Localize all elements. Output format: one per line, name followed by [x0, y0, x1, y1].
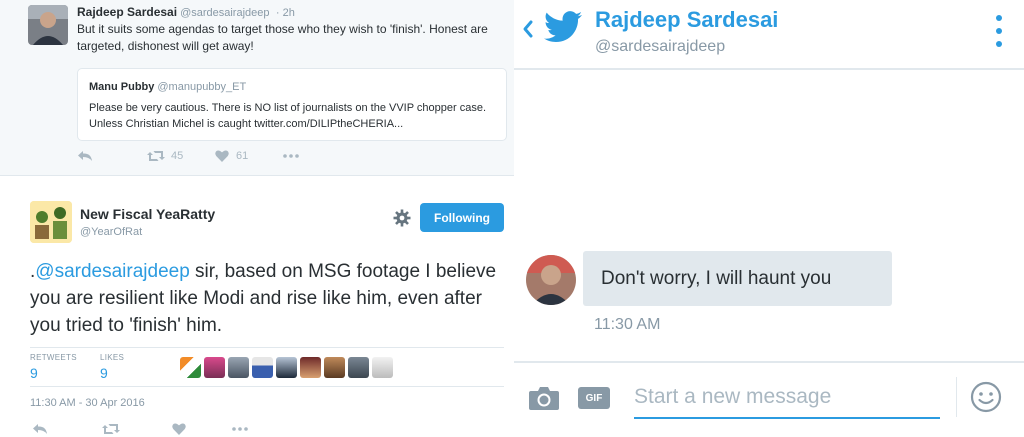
author-name[interactable]: Rajdeep Sardesai @sardesairajdeep · 2h	[77, 5, 295, 19]
author-name-text[interactable]: Rajdeep Sardesai	[77, 5, 177, 19]
liker-avatar[interactable]	[228, 357, 249, 378]
liker-avatar[interactable]	[276, 357, 297, 378]
retweet-icon	[147, 151, 165, 161]
retweet-icon	[102, 424, 120, 434]
likes-count[interactable]: 9	[100, 365, 108, 381]
more-dots-icon	[283, 154, 299, 158]
liker-avatar[interactable]	[300, 357, 321, 378]
mention-link[interactable]: @sardesairajdeep	[35, 261, 190, 282]
compose-bar: GIF	[514, 361, 1024, 437]
more-button[interactable]	[232, 427, 248, 431]
tweet-stats: RETWEETS 9 LIKES 9	[30, 347, 504, 387]
tweet-timestamp[interactable]: 11:30 AM - 30 Apr 2016	[30, 397, 145, 409]
quoted-tweet[interactable]: Manu Pubby @manupubby_ET Please be very c…	[77, 68, 507, 141]
reply-button[interactable]	[77, 150, 147, 162]
dm-panel: Rajdeep Sardesai @sardesairajdeep Don't …	[514, 0, 1024, 437]
dm-contact-name[interactable]: Rajdeep Sardesai	[595, 7, 778, 33]
avatar[interactable]	[30, 201, 72, 243]
gif-button[interactable]: GIF	[578, 387, 610, 409]
dm-header: Rajdeep Sardesai @sardesairajdeep	[514, 0, 1024, 70]
reply-icon	[33, 424, 47, 434]
tweet-actions	[32, 423, 248, 435]
tweet-text: .@sardesairajdeep sir, based on MSG foot…	[30, 258, 510, 339]
like-count: 61	[236, 150, 249, 162]
avatar[interactable]	[28, 5, 68, 45]
gear-icon[interactable]	[393, 209, 411, 227]
retweet-button[interactable]: 45	[147, 150, 215, 162]
liker-avatar[interactable]	[204, 357, 225, 378]
dm-contact-handle[interactable]: @sardesairajdeep	[595, 38, 725, 56]
message-bubble: Don't worry, I will haunt you	[583, 251, 892, 306]
emoji-icon[interactable]	[970, 381, 1002, 413]
quoted-author-handle: @manupubby_ET	[157, 81, 247, 93]
avatar[interactable]	[526, 255, 576, 305]
liker-avatar[interactable]	[324, 357, 345, 378]
liker-avatar[interactable]	[372, 357, 393, 378]
message-input[interactable]	[634, 381, 940, 419]
tweet-actions: 45 61	[77, 150, 299, 162]
author-name[interactable]: New Fiscal YeaRatty	[80, 206, 215, 222]
quoted-text: Please be very cautious. There is NO lis…	[89, 102, 487, 130]
like-button[interactable]: 61	[215, 150, 283, 162]
more-button[interactable]	[283, 154, 299, 158]
quoted-author: Manu Pubby @manupubby_ET	[89, 81, 246, 93]
retweet-button[interactable]	[102, 423, 172, 435]
retweets-count[interactable]: 9	[30, 365, 38, 381]
author-handle[interactable]: @sardesairajdeep	[180, 7, 269, 19]
liker-avatars	[180, 357, 393, 378]
message-time: 11:30 AM	[594, 316, 661, 333]
retweet-count: 45	[171, 150, 184, 162]
camera-icon[interactable]	[528, 385, 560, 411]
message-text: Don't worry, I will haunt you	[601, 267, 832, 289]
author-handle[interactable]: @YearOfRat	[80, 226, 142, 238]
tweet-text: But it suits some agendas to target thos…	[77, 22, 488, 53]
heart-icon	[172, 423, 186, 435]
reply-tweet[interactable]: Rajdeep Sardesai @sardesairajdeep · 2h Bu…	[0, 0, 514, 176]
more-vertical-icon[interactable]	[992, 14, 1006, 48]
tweet-panel: Rajdeep Sardesai @sardesairajdeep · 2h Bu…	[0, 0, 514, 437]
like-button[interactable]	[172, 423, 232, 435]
heart-icon	[215, 150, 229, 162]
compose-divider	[956, 377, 957, 417]
more-dots-icon	[232, 427, 248, 431]
liker-avatar[interactable]	[180, 357, 201, 378]
likes-label[interactable]: LIKES	[100, 353, 124, 362]
following-button[interactable]: Following	[420, 203, 504, 232]
main-tweet: New Fiscal YeaRatty @YearOfRat Following	[0, 176, 514, 437]
retweets-label[interactable]: RETWEETS	[30, 353, 77, 362]
reply-button[interactable]	[32, 423, 102, 435]
tweet-time[interactable]: · 2h	[276, 7, 295, 19]
liker-avatar[interactable]	[348, 357, 369, 378]
back-chevron-icon[interactable]	[521, 19, 535, 39]
twitter-bird-icon	[544, 10, 582, 44]
quoted-author-name: Manu Pubby	[89, 81, 155, 93]
reply-icon	[78, 151, 92, 161]
liker-avatar[interactable]	[252, 357, 273, 378]
